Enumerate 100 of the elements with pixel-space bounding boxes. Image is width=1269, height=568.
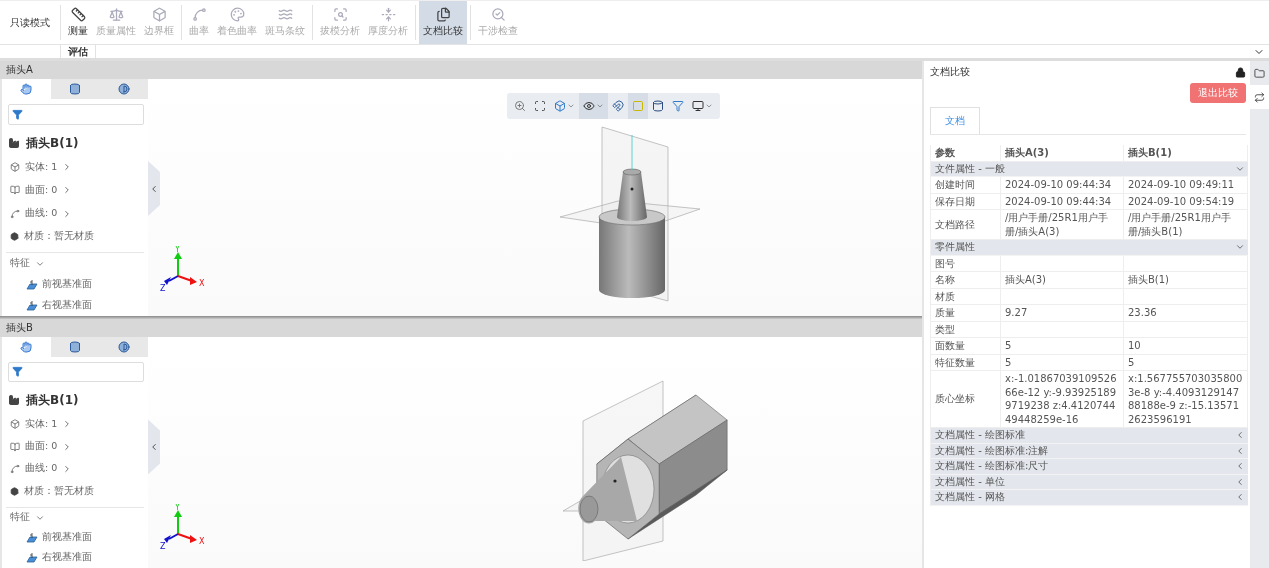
cylinder-icon bbox=[69, 341, 81, 354]
part-icon bbox=[8, 394, 20, 407]
curve-icon bbox=[10, 464, 20, 474]
hand-icon bbox=[20, 82, 33, 95]
part-icon bbox=[8, 137, 20, 149]
chevron-left-icon bbox=[1235, 476, 1245, 487]
waves-icon bbox=[277, 7, 293, 22]
chevron-left-icon bbox=[149, 183, 159, 194]
cube-icon bbox=[554, 100, 566, 112]
square-icon bbox=[632, 100, 644, 112]
table-cell: 插头A(3) bbox=[1001, 272, 1124, 289]
filter-field[interactable] bbox=[8, 361, 144, 382]
table-cell: 9.27 bbox=[1001, 305, 1124, 322]
panel-tab[interactable] bbox=[2, 337, 51, 357]
cylinder-icon bbox=[652, 100, 664, 112]
plane-icon bbox=[24, 299, 38, 311]
toolbar-button[interactable]: 文档比较 bbox=[419, 1, 467, 44]
chevron-left-icon bbox=[1235, 445, 1245, 456]
table-cell: 类型 bbox=[931, 321, 1001, 338]
section-header[interactable]: 文档属性 - 网格 bbox=[931, 490, 1248, 506]
table-cell: 2024-09-10 09:44:34 bbox=[1001, 193, 1124, 210]
scale-icon bbox=[108, 7, 124, 22]
column-header: 参数 bbox=[931, 145, 1001, 162]
table-cell: 插头B(1) bbox=[1124, 272, 1248, 289]
plane-icon bbox=[24, 532, 38, 544]
fold-icon bbox=[380, 7, 396, 22]
filter-field[interactable] bbox=[8, 103, 144, 125]
palette-icon bbox=[229, 7, 245, 22]
cube-icon bbox=[10, 162, 20, 173]
tree-item[interactable]: 曲线: 0 bbox=[25, 462, 58, 476]
section-header[interactable]: 文档属性 - 绘图标准:尺寸 bbox=[931, 459, 1248, 475]
document-tab[interactable]: 文档 bbox=[930, 107, 980, 134]
column-header: 插头B(1) bbox=[1124, 145, 1248, 162]
cube-icon bbox=[151, 7, 167, 22]
cube-icon bbox=[10, 419, 20, 429]
axis-label: X bbox=[199, 278, 205, 288]
table-cell: 2024-09-10 09:49:11 bbox=[1124, 177, 1248, 194]
caret-icon bbox=[567, 102, 575, 110]
repeat-icon bbox=[1254, 91, 1265, 103]
tree-item[interactable]: 实体: 1 bbox=[25, 417, 58, 431]
side-tab[interactable] bbox=[1250, 85, 1269, 109]
tree-item[interactable]: 曲面: 0 bbox=[25, 183, 58, 197]
axis-label: Z bbox=[160, 542, 166, 550]
mode-label: 只读模式 bbox=[9, 15, 51, 30]
part-name: 插头B(1) bbox=[26, 134, 79, 152]
folder-icon bbox=[1254, 67, 1265, 79]
panel-title: 文档比较 bbox=[930, 65, 970, 79]
feature-item[interactable]: 前视基准面 bbox=[42, 531, 92, 545]
view-tool-button[interactable] bbox=[579, 93, 608, 119]
magnet-icon bbox=[612, 100, 624, 112]
viewport-title: 插头A bbox=[6, 63, 33, 77]
feature-item[interactable]: 前视基准面 bbox=[42, 277, 92, 291]
hand-icon bbox=[20, 341, 33, 354]
plane-icon bbox=[24, 278, 38, 290]
caret-icon bbox=[596, 102, 604, 110]
axis-label: Y bbox=[175, 245, 180, 254]
column-header: 插头A(3) bbox=[1001, 145, 1124, 162]
lock-icon[interactable] bbox=[1235, 66, 1246, 78]
plane-icon bbox=[24, 552, 38, 564]
table-cell: 5 bbox=[1124, 354, 1248, 371]
ruler-icon bbox=[70, 7, 86, 22]
monitor-icon bbox=[692, 100, 704, 112]
axis-triad-drawing bbox=[164, 510, 197, 543]
contrast-icon bbox=[117, 341, 130, 354]
search-icon bbox=[490, 7, 506, 22]
filter-icon bbox=[672, 100, 684, 112]
eye-icon bbox=[583, 100, 595, 112]
chevron-left-icon bbox=[1235, 461, 1245, 472]
feature-item[interactable]: 右视基准面 bbox=[42, 551, 92, 565]
hexagon-icon bbox=[10, 486, 19, 496]
section-header[interactable]: 零件属性 bbox=[931, 240, 1248, 256]
table-cell: 创建时间 bbox=[931, 177, 1001, 194]
section-header[interactable]: 文档属性 - 绘图标准 bbox=[931, 428, 1248, 444]
panel-tab[interactable] bbox=[2, 79, 51, 99]
table-cell: 保存日期 bbox=[931, 193, 1001, 210]
table-cell: 2024-09-10 09:54:19 bbox=[1124, 193, 1248, 210]
ribbon-tab[interactable]: 评估 bbox=[60, 45, 96, 58]
table-cell: 5 bbox=[1001, 354, 1124, 371]
tree-item[interactable]: 曲线: 0 bbox=[25, 207, 58, 220]
part-name: 插头B(1) bbox=[26, 391, 79, 409]
cylinder-icon bbox=[69, 82, 81, 95]
table-cell: 图号 bbox=[931, 255, 1001, 272]
filter-icon bbox=[12, 366, 23, 378]
hexagon-icon bbox=[10, 232, 19, 242]
book-icon bbox=[10, 185, 20, 196]
table-cell: 特征数量 bbox=[931, 354, 1001, 371]
curve-icon bbox=[191, 7, 207, 22]
zoom-icon bbox=[514, 100, 526, 112]
table-cell: 23.36 bbox=[1124, 305, 1248, 322]
axis-label: Z bbox=[160, 283, 166, 292]
tree-item[interactable]: 实体: 1 bbox=[25, 160, 58, 174]
book-icon bbox=[10, 441, 20, 452]
filter-icon bbox=[12, 108, 23, 120]
feature-item[interactable]: 右视基准面 bbox=[42, 298, 92, 312]
table-cell: 5 bbox=[1001, 338, 1124, 355]
toolbar-button[interactable]: 测量 bbox=[64, 1, 92, 44]
table-cell: 面数量 bbox=[931, 338, 1001, 355]
documents-icon bbox=[435, 7, 451, 22]
magnifier-icon bbox=[332, 7, 348, 22]
tree-item[interactable]: 曲面: 0 bbox=[25, 440, 58, 453]
